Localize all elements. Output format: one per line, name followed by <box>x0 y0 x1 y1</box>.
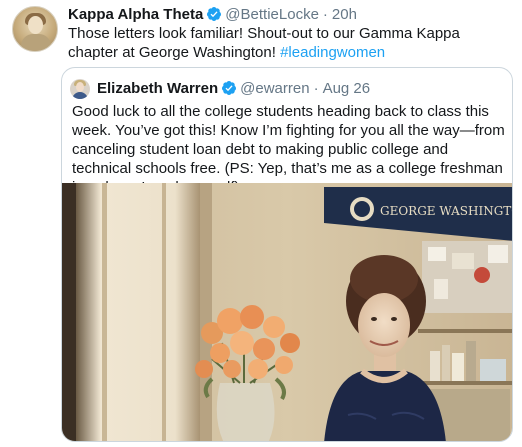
separator-dot: · <box>313 79 319 97</box>
verified-badge-icon <box>207 7 222 21</box>
tweet-timestamp[interactable]: 20h <box>332 6 357 23</box>
photo-vase <box>216 383 275 441</box>
quoted-author-name[interactable]: Elizabeth Warren <box>97 80 218 97</box>
tweet-header: Kappa Alpha Theta @BettieLocke · 20h <box>68 5 357 23</box>
quoted-tweet-date[interactable]: Aug 26 <box>323 80 371 97</box>
quoted-author-avatar[interactable] <box>70 79 90 99</box>
author-name[interactable]: Kappa Alpha Theta <box>68 6 203 23</box>
photo-window <box>76 183 200 441</box>
author-handle[interactable]: @BettieLocke <box>225 6 319 23</box>
author-avatar[interactable] <box>12 6 58 52</box>
separator-dot: · <box>322 5 328 23</box>
hashtag-link[interactable]: #leadingwomen <box>280 44 385 61</box>
quoted-author-handle[interactable]: @ewarren <box>240 80 309 97</box>
verified-badge-icon <box>222 81 237 95</box>
pennant-text: GEORGE WASHINGTON <box>380 204 513 218</box>
tweet-text-body: Those letters look familiar! Shout-out t… <box>68 25 460 61</box>
quoted-tweet-card[interactable]: Elizabeth Warren @ewarren · Aug 26 Good … <box>61 67 513 442</box>
tweet-text: Those letters look familiar! Shout-out t… <box>68 24 508 62</box>
quoted-tweet-photo[interactable]: GEORGE WASHINGTON <box>62 183 513 442</box>
quoted-tweet-header: Elizabeth Warren @ewarren · Aug 26 <box>97 79 370 97</box>
tweet[interactable]: Kappa Alpha Theta @BettieLocke · 20h Tho… <box>0 0 522 447</box>
